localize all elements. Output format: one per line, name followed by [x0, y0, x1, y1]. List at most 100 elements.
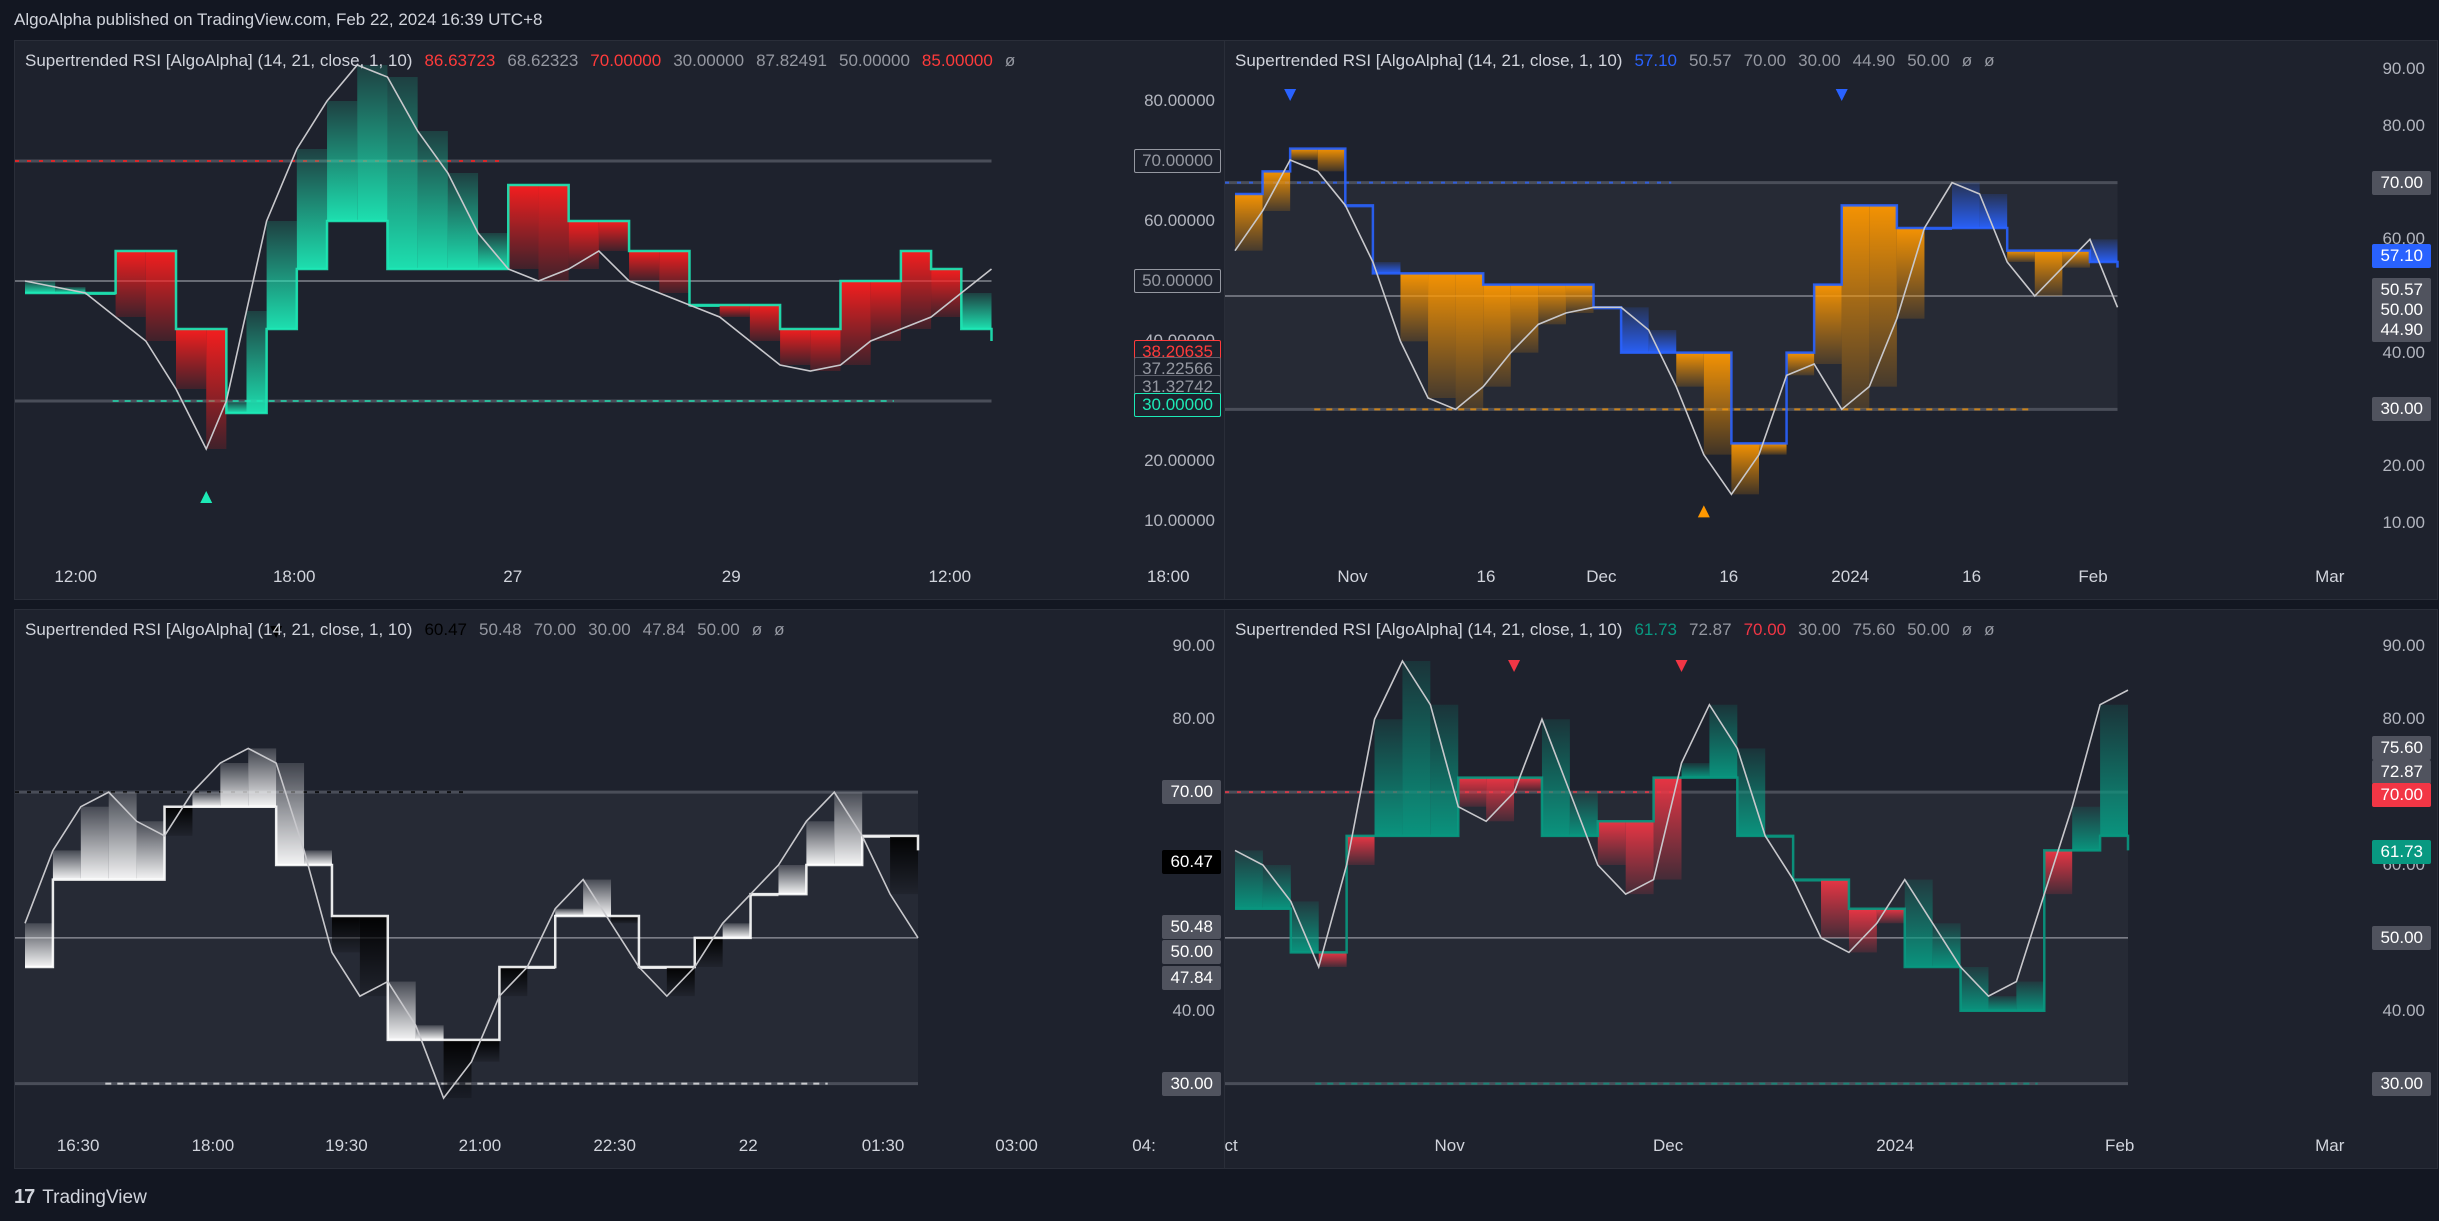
legend-value: ø [1984, 620, 1995, 639]
time-axis[interactable]: 12:00 18:00 27 29 12:00 18:00 [15, 553, 1227, 599]
value-badge: 50.00 [2372, 925, 2431, 950]
x-tick-label: 04: [1132, 1136, 1156, 1155]
supertrend-fill-band [206, 329, 227, 449]
supertrend-fill-band [331, 916, 360, 953]
chart-panel-bottom-right[interactable]: Supertrended RSI [AlgoAlpha] (14, 21, cl… [1224, 609, 2438, 1169]
sell-signal-triangle [1508, 660, 1521, 672]
supertrend-fill-band [1235, 194, 1263, 251]
supertrend-fill-band [327, 101, 358, 221]
chart-panel-bottom-left[interactable]: Supertrended RSI [AlgoAlpha] (14, 21, cl… [14, 609, 1228, 1169]
y-tick-label: 60.00000 [1144, 211, 1215, 230]
x-tick-label: ct [1224, 1136, 1238, 1155]
x-tick-label: 16:30 [56, 1136, 100, 1155]
buy-signal-triangle [1697, 505, 1710, 518]
legend-value: 72.87 [1689, 620, 1732, 639]
legend-value: 87.82491 [756, 51, 827, 70]
y-tick-label: 90.00 [1172, 636, 1215, 656]
supertrend-fill-band [1428, 273, 1456, 398]
supertrend-fill-band [694, 937, 723, 967]
price-axis[interactable]: 90.00 80.00 40.00 70.00 60.47 50.48 50.00 47.84… [1117, 610, 1227, 1120]
supertrend-fill-band [115, 251, 146, 317]
time-axis[interactable]: 16:30 18:00 19:30 21:00 22:30 22 01:30 03:00 04: [15, 1122, 1227, 1168]
supertrend-fill-band [226, 401, 247, 413]
rsi-plot[interactable] [15, 41, 1228, 600]
indicator-title: Supertrended RSI [AlgoAlpha] (14, 21, cl… [1235, 620, 1623, 639]
supertrend-fill-band [1703, 352, 1732, 455]
y-tick-label: 40.00 [2382, 1000, 2425, 1020]
supertrend-fill-band [357, 65, 388, 221]
rsi-plot[interactable] [1225, 41, 2438, 600]
x-tick-label: Mar [2315, 1136, 2345, 1155]
x-tick-label: Dec [1652, 1136, 1684, 1155]
tradingview-logo-icon: 17 [14, 1186, 35, 1208]
x-tick-label: 16 [1476, 567, 1496, 586]
sell-signal-triangle [1284, 89, 1297, 101]
supertrend-fill-band [870, 281, 901, 341]
x-tick-label: 12:00 [928, 567, 972, 586]
rsi-plot[interactable] [1225, 610, 2438, 1169]
x-tick-label: 18:00 [272, 567, 316, 586]
supertrend-fill-band [1541, 719, 1570, 836]
legend-value: ø [774, 620, 785, 639]
supertrend-fill-band [2034, 250, 2063, 296]
value-badge: 57.10 [2372, 243, 2431, 268]
supertrend-fill-band [1960, 967, 1989, 1011]
legend-value: ø [1961, 51, 1973, 70]
supertrend-fill-band [248, 748, 277, 807]
legend-value: 70.00000 [590, 51, 662, 70]
supertrend-fill-band [80, 806, 109, 880]
supertrend-fill-band [2100, 704, 2128, 836]
y-tick-label: 10.00000 [1144, 511, 1215, 530]
supertrend-fill-band [192, 792, 221, 807]
chart-panel-top-left[interactable]: Supertrended RSI [AlgoAlpha] (14, 21, cl… [14, 40, 1228, 600]
supertrend-fill-band [508, 185, 539, 269]
rsi-plot[interactable] [15, 610, 1228, 1169]
price-axis[interactable]: 80.0000060.0000040.0000020.0000010.00000… [1117, 41, 1227, 551]
price-axis[interactable]: 90.00 80.00 60.00 40.00 75.60 72.87 70.00 61.73… [2327, 610, 2437, 1120]
supertrend-fill-band [568, 221, 599, 269]
value-badge: 75.60 [2372, 736, 2431, 761]
indicator-legend[interactable]: Supertrended RSI [AlgoAlpha] (14, 21, cl… [25, 51, 1015, 71]
legend-value: 50.48 [479, 620, 522, 639]
indicator-legend[interactable]: Supertrended RSI [AlgoAlpha] (14, 21, cl… [1235, 51, 1995, 71]
legend-value: 57.10 [1634, 51, 1678, 70]
chart-panel-top-right[interactable]: Supertrended RSI [AlgoAlpha] (14, 21, cl… [1224, 40, 2438, 600]
value-badge: 47.84 [1162, 965, 1221, 990]
supertrend-fill-band [1486, 777, 1515, 822]
supertrend-fill-band [25, 923, 53, 967]
indicator-legend[interactable]: Supertrended RSI [AlgoAlpha] (14, 21, cl… [25, 620, 785, 640]
supertrend-fill-band [598, 221, 630, 251]
supertrend-fill-band [1235, 850, 1263, 909]
price-axis[interactable]: 90.00 80.00 60.00 40.00 20.00 10.00 70.00 57.10… [2327, 41, 2437, 551]
publish-header-text: AlgoAlpha published on TradingView.com, … [14, 10, 543, 29]
time-axis[interactable]: Nov 16 Dec 16 2024 16 Feb Mar [1225, 553, 2437, 599]
value-badge: 50.48 [1162, 914, 1221, 939]
legend-value: 70.00 [1743, 51, 1787, 70]
buy-signal-triangle [200, 491, 213, 503]
supertrend-fill-band [890, 835, 918, 895]
value-badge: 70.00 [1162, 780, 1221, 805]
supertrend-fill-band [1402, 661, 1431, 836]
supertrend-fill-band [1731, 443, 1759, 495]
legend-value: 85.00000 [921, 51, 993, 70]
supertrend-fill-band [629, 251, 660, 281]
supertrend-fill-band [1841, 205, 1870, 410]
sell-signal-triangle [1675, 660, 1688, 672]
legend-value: 47.84 [642, 620, 686, 639]
supertrend-fill-band [900, 251, 932, 329]
indicator-legend[interactable]: Supertrended RSI [AlgoAlpha] (14, 21, cl… [1235, 620, 1995, 640]
x-tick-label: 16 [1962, 567, 1982, 586]
y-tick-label: 90.00 [2382, 59, 2425, 79]
tradingview-footer[interactable]: 17 TradingView [14, 1186, 147, 1209]
supertrend-fill-band [1979, 194, 2008, 228]
legend-value: 50.57 [1689, 51, 1732, 70]
supertrend-fill-band [164, 806, 193, 836]
value-badge: 30.00 [1162, 1071, 1221, 1096]
y-tick-label: 20.00000 [1144, 451, 1215, 470]
legend-value: ø [1961, 620, 1973, 639]
time-axis[interactable]: ct Nov Dec 2024 Feb Mar [1225, 1122, 2437, 1168]
legend-value: 50.00000 [839, 51, 910, 70]
supertrend-fill-band [1952, 182, 1980, 228]
value-badge: 50.00 [1162, 940, 1221, 965]
supertrend-fill-band [1510, 284, 1539, 353]
